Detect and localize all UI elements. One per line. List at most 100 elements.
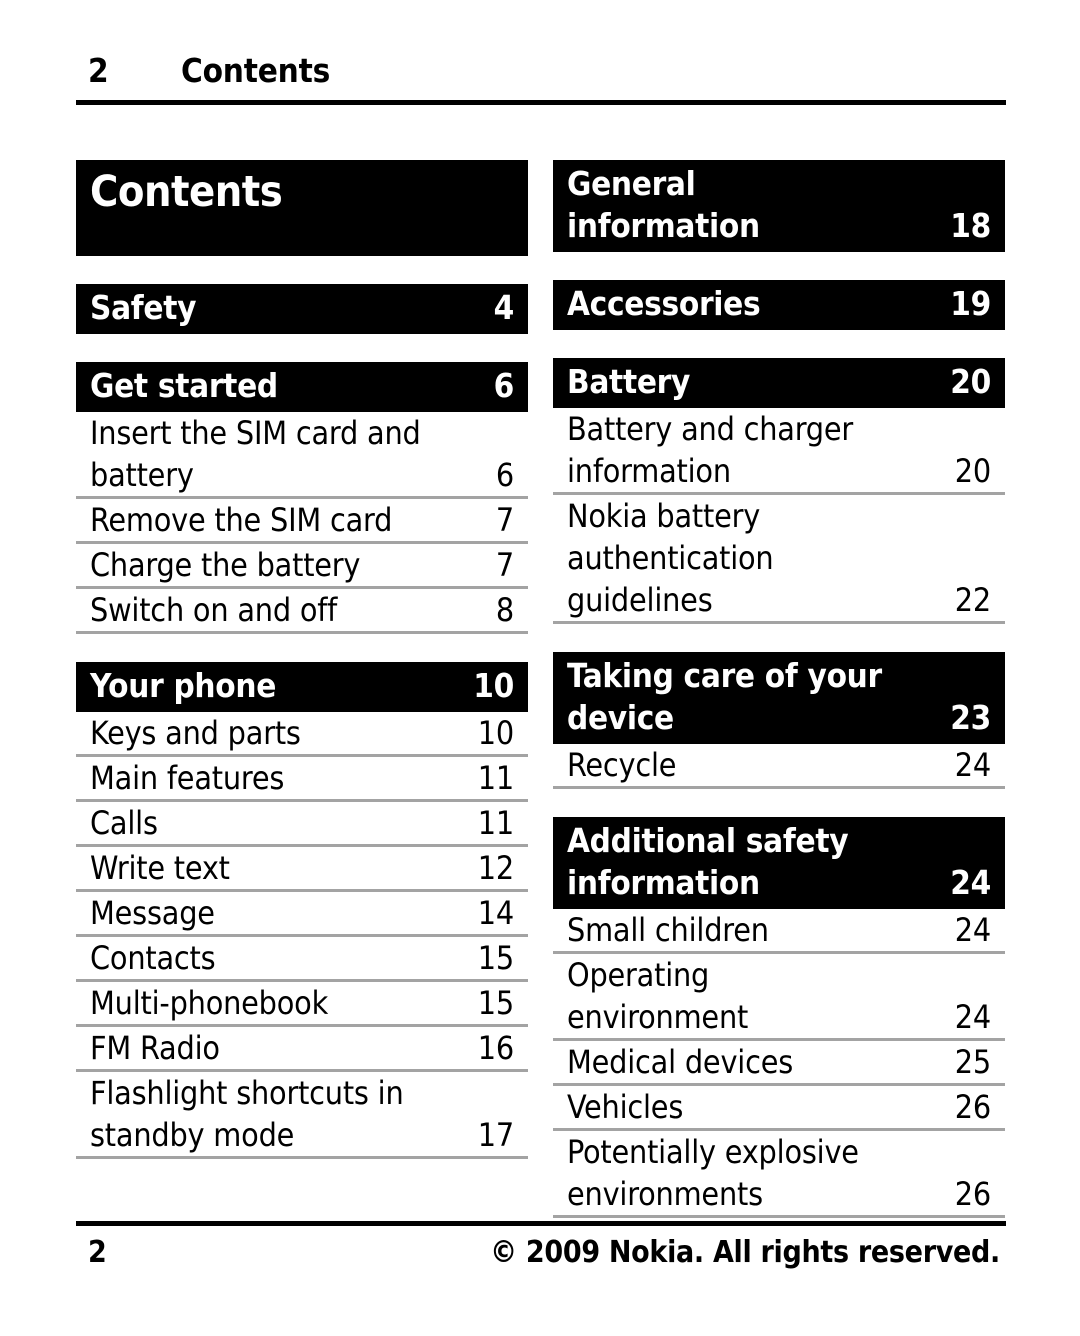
toc-entry-line: environments 26 [567,1173,991,1215]
toc-entry-line: battery 6 [90,454,514,496]
section-header-line: device 23 [567,697,991,739]
toc-entry-line-label: Message [90,894,215,932]
toc-entry[interactable]: Charge the battery 7 [76,544,528,589]
section-header-line-label: Safety [90,288,197,327]
toc-entry[interactable]: Battery and charger information 20 [553,408,1005,495]
toc-entry-line: Medical devices 25 [567,1041,991,1083]
section-header-battery[interactable]: Battery 20 [553,358,1005,408]
toc-entry[interactable]: Insert the SIM card and battery 6 [76,412,528,499]
toc-entry-line: Charge the battery 7 [90,544,514,586]
section-header-additional-safety-information[interactable]: Additional safety information 24 [553,817,1005,909]
toc-entry-line-page: 25 [954,1043,991,1081]
toc-entry-line-label: guidelines [567,581,713,619]
toc-entry-line: authentication [567,537,991,579]
toc-entry-line-page: 24 [954,911,991,949]
section-header-line-page: 19 [950,284,991,323]
toc-entry[interactable]: Remove the SIM card 7 [76,499,528,544]
footer-page-number: 2 [88,1235,107,1270]
left-column: Contents Safety 4 Get started 6 Insert the S… [76,160,528,1159]
section-header-line-label: information [567,206,760,245]
toc-entry[interactable]: Flashlight shortcuts in standby mode 17 [76,1072,528,1159]
toc-entry-line-page: 7 [495,501,514,539]
toc-entry-line-label: standby mode [90,1116,295,1154]
toc-entry[interactable]: Switch on and off 8 [76,589,528,634]
toc-entry[interactable]: Keys and parts 10 [76,712,528,757]
toc-entry-line-label: environment [567,998,749,1036]
header-rule [76,100,1006,105]
section-header-line-page: 6 [493,366,515,405]
toc-entry-line-label: environments [567,1175,763,1213]
contents-title: Contents [90,167,283,217]
toc-entry-line: Message 14 [90,892,514,934]
toc-entry-line: information 20 [567,450,991,492]
section-header-line-label: General [567,164,696,203]
toc-entry[interactable]: Message 14 [76,892,528,937]
toc-entry-line-page: 14 [477,894,514,932]
toc-entry-line-page: 15 [477,984,514,1022]
toc-entry-line-label: Keys and parts [90,714,301,752]
toc-entry-line: Remove the SIM card 7 [90,499,514,541]
toc-entry[interactable]: Write text 12 [76,847,528,892]
toc-entry-line-label: Potentially explosive [567,1133,859,1171]
section-header-line-page: 4 [493,288,515,327]
toc-entry[interactable]: Contacts 15 [76,937,528,982]
toc-entry[interactable]: Operating environment 24 [553,954,1005,1041]
toc-entry-line-page: 24 [954,998,991,1036]
contents-page: 2 Contents Contents Safety 4 Get started 6 I… [0,0,1080,1336]
toc-entry[interactable]: Potentially explosive environments 26 [553,1131,1005,1218]
toc-entry-line: Main features 11 [90,757,514,799]
toc-entry-line-label: Battery and charger [567,410,853,448]
section-header-line: Battery 20 [567,361,991,403]
right-column: General information 18 Accessories 19 Battery… [553,160,1005,1218]
toc-entry-line-label: Calls [90,804,158,842]
toc-entry-line: Insert the SIM card and [90,412,514,454]
toc-entry-line: Write text 12 [90,847,514,889]
toc-entry-line-label: Operating [567,956,710,994]
toc-entry[interactable]: Calls 11 [76,802,528,847]
section-header-line-page: 20 [950,362,991,401]
section-header-safety[interactable]: Safety 4 [76,284,528,334]
toc-entry-line-label: Write text [90,849,230,887]
toc-entry[interactable]: FM Radio 16 [76,1027,528,1072]
toc-entry-line-label: Small children [567,911,769,949]
toc-entry-line: Switch on and off 8 [90,589,514,631]
section-header-line-label: Additional safety [567,821,849,860]
toc-entry-line-label: battery [90,456,194,494]
toc-entry-line: Battery and charger [567,408,991,450]
page-footer: 2 © 2009 Nokia. All rights reserved. [76,1232,1006,1280]
section-header-line-page: 18 [950,206,991,245]
toc-entry-line-page: 8 [495,591,514,629]
footer-rule [76,1221,1006,1226]
toc-entry-line-label: Recycle [567,746,677,784]
toc-entry[interactable]: Multi-phonebook 15 [76,982,528,1027]
toc-entry-line-page: 16 [477,1029,514,1067]
toc-entry-line: Nokia battery [567,495,991,537]
toc-entry[interactable]: Vehicles 26 [553,1086,1005,1131]
toc-entry[interactable]: Recycle 24 [553,744,1005,789]
toc-entry-line-page: 24 [954,746,991,784]
toc-entry-line: environment 24 [567,996,991,1038]
toc-entry[interactable]: Main features 11 [76,757,528,802]
running-header-title: Contents [181,51,331,90]
toc-entry-line-page: 12 [477,849,514,887]
toc-entry-line: Operating [567,954,991,996]
section-header-line: Accessories 19 [567,283,991,325]
section-header-line-label: Battery [567,362,691,401]
section-header-your-phone[interactable]: Your phone 10 [76,662,528,712]
section-header-get-started[interactable]: Get started 6 [76,362,528,412]
section-header-general-information[interactable]: General information 18 [553,160,1005,252]
section-header-accessories[interactable]: Accessories 19 [553,280,1005,330]
toc-entry-line: Multi-phonebook 15 [90,982,514,1024]
running-header: 2 Contents [76,50,1006,102]
toc-entry-line-label: FM Radio [90,1029,220,1067]
toc-entry-line-page: 11 [477,804,514,842]
toc-entry-line-label: authentication [567,539,774,577]
section-header-line: General [567,163,991,205]
toc-entry[interactable]: Small children 24 [553,909,1005,954]
toc-entry[interactable]: Medical devices 25 [553,1041,1005,1086]
section-header-line: Your phone 10 [90,665,514,707]
toc-entry-line-label: Main features [90,759,285,797]
toc-entry[interactable]: Nokia battery authentication guidelines 22 [553,495,1005,624]
section-header-taking-care-of-your-device[interactable]: Taking care of your device 23 [553,652,1005,744]
toc-entry-line: Contacts 15 [90,937,514,979]
